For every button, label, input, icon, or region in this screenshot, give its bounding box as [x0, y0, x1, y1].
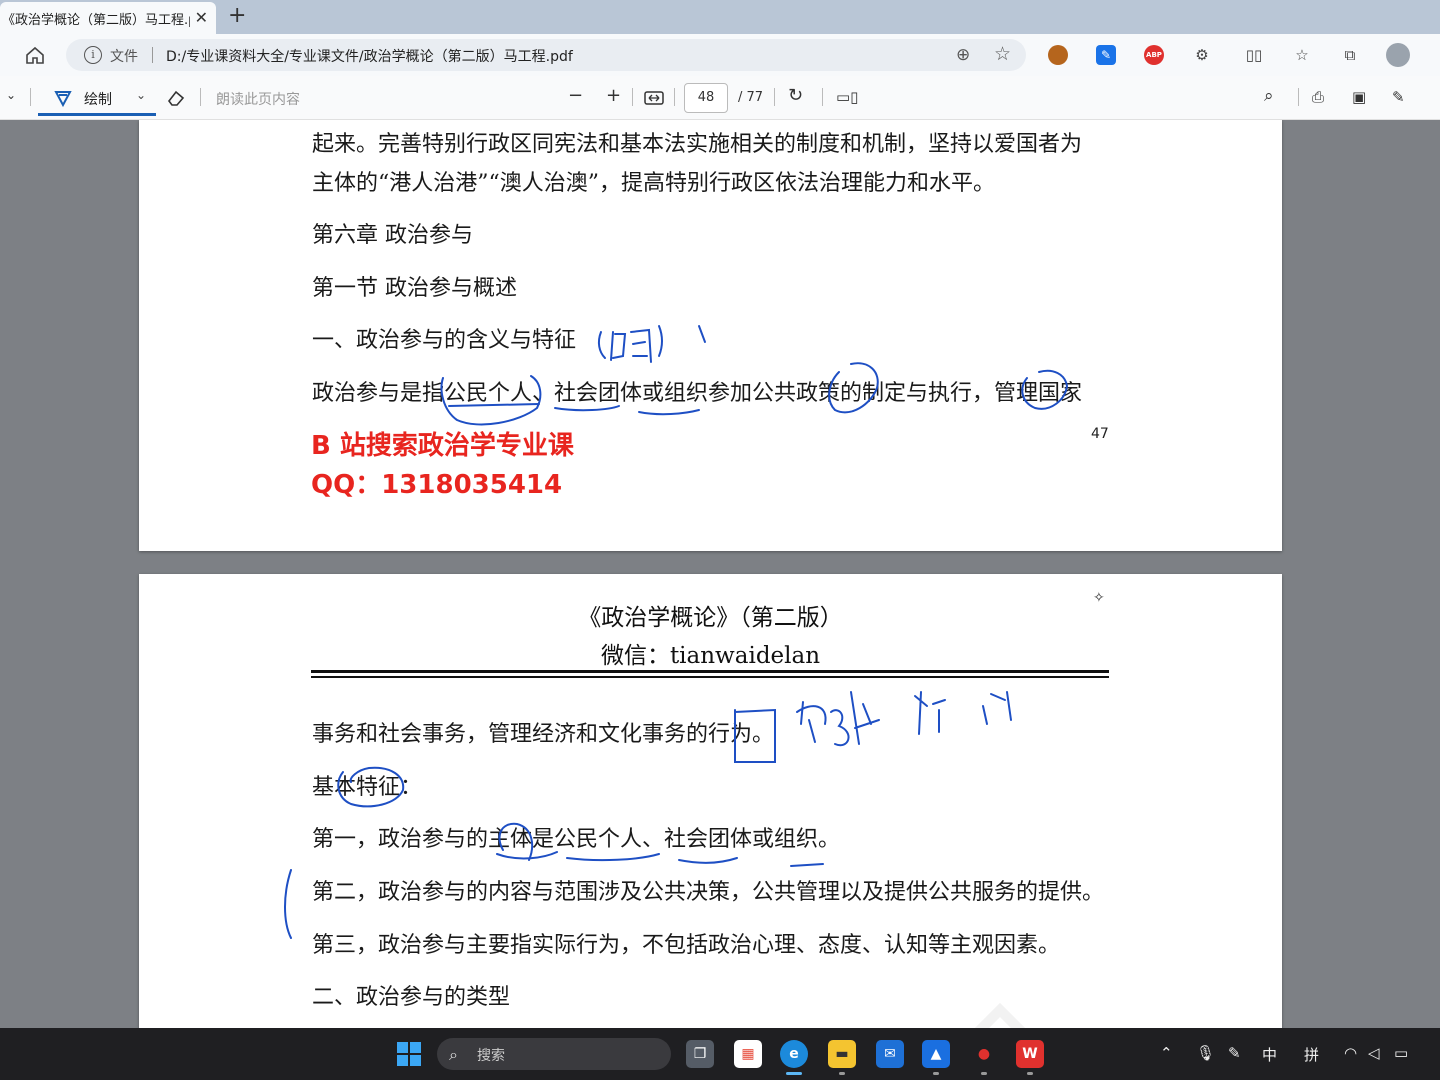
print-icon[interactable]: ⎙: [1312, 88, 1324, 106]
page-view-icon[interactable]: ▭▯: [836, 88, 858, 106]
pdf-toolbar: ⌄ 绘制 ⌄ 朗读此页内容 − + 48 / 77 ↻ ▭▯ ⌕ ⎙ ▣ ✎: [0, 76, 1440, 120]
edge-icon[interactable]: e: [780, 1040, 808, 1068]
wifi-icon[interactable]: ◠: [1344, 1044, 1357, 1062]
volume-icon[interactable]: ◁: [1368, 1044, 1380, 1062]
favorite-icon[interactable]: ☆: [994, 43, 1011, 65]
collections-icon[interactable]: ⧉: [1338, 43, 1362, 67]
search-icon[interactable]: ⌕: [1264, 86, 1274, 106]
mail-icon[interactable]: ✉: [876, 1040, 904, 1068]
divider: [200, 88, 201, 106]
edit-extension-icon[interactable]: ✎: [1096, 45, 1116, 65]
divider: [774, 88, 775, 106]
draw-label: 绘制: [84, 92, 112, 108]
read-aloud-button[interactable]: 朗读此页内容: [216, 89, 300, 109]
page-number-input[interactable]: 48: [684, 83, 728, 113]
taskbar-search[interactable]: ⌕ 搜索: [437, 1038, 671, 1070]
tab-pdf[interactable]: 《政治学概论（第二版）马工程.pdf ✕: [0, 2, 216, 34]
draw-pen-icon: [54, 91, 72, 107]
save-icon[interactable]: ▣: [1352, 88, 1366, 106]
new-tab-button[interactable]: +: [228, 4, 246, 28]
chevron-up-icon[interactable]: ⌃: [1160, 1044, 1173, 1062]
chevron-down-icon[interactable]: ⌄: [6, 88, 16, 102]
file-label: 文件: [110, 49, 138, 65]
chevron-down-icon[interactable]: ⌄: [136, 88, 146, 102]
handwriting-annotations: [284, 691, 1012, 939]
running-indicator: [981, 1072, 987, 1075]
save-as-icon[interactable]: ✎: [1392, 88, 1405, 106]
zoom-in-button[interactable]: +: [606, 85, 621, 106]
adblock-icon[interactable]: ABP: [1144, 45, 1164, 65]
page-total: / 77: [738, 90, 764, 105]
divider: [1298, 88, 1299, 106]
file-explorer-icon[interactable]: ▬: [828, 1040, 856, 1068]
eraser-icon[interactable]: [166, 88, 186, 108]
taskbar-search-label: 搜索: [477, 1048, 505, 1064]
task-view-icon[interactable]: ❐: [686, 1040, 714, 1068]
active-indicator: [786, 1072, 802, 1075]
tab-title: 《政治学概论（第二版）马工程.pdf: [2, 12, 190, 28]
battery-icon[interactable]: ▭: [1394, 1044, 1408, 1062]
divider: [674, 88, 675, 106]
tab-strip: 《政治学概论（第二版）马工程.pdf ✕ +: [0, 0, 1440, 34]
recorder-icon[interactable]: ●: [970, 1040, 998, 1068]
microphone-icon[interactable]: 🎙: [1196, 1044, 1215, 1062]
zoom-out-button[interactable]: −: [568, 85, 583, 106]
omnibox[interactable]: i 文件 D:/专业课资料大全/专业课文件/政治学概论（第二版）马工程.pdf …: [66, 39, 1026, 71]
rotate-icon[interactable]: ↻: [788, 85, 803, 106]
divider: [152, 47, 153, 63]
pdf-page-47: 起来。完善特别行政区同宪法和基本法实施相关的制度和机制，坚持以爱国者为 主体的“…: [139, 120, 1282, 551]
running-indicator: [933, 1072, 939, 1075]
home-icon[interactable]: [24, 44, 46, 66]
store-icon[interactable]: ▦: [734, 1040, 762, 1068]
ime-mode[interactable]: 中: [1262, 1044, 1277, 1065]
pen-icon[interactable]: ✎: [1228, 1044, 1241, 1062]
handwriting-annotations: [440, 325, 1069, 426]
pdf-viewer[interactable]: 起来。完善特别行政区同宪法和基本法实施相关的制度和机制，坚持以爱国者为 主体的“…: [0, 120, 1440, 1028]
url-text[interactable]: D:/专业课资料大全/专业课文件/政治学概论（第二版）马工程.pdf: [166, 46, 573, 66]
info-icon[interactable]: i: [84, 46, 102, 64]
favorites-icon[interactable]: ☆: [1290, 43, 1314, 67]
avatar[interactable]: [1386, 43, 1410, 67]
wps-icon[interactable]: W: [1016, 1040, 1044, 1068]
watermark-shape: [974, 1002, 1026, 1028]
divider: [822, 88, 823, 106]
running-indicator: [1027, 1072, 1033, 1075]
app-icon[interactable]: ▲: [922, 1040, 950, 1068]
address-bar-row: i 文件 D:/专业课资料大全/专业课文件/政治学概论（第二版）马工程.pdf …: [0, 34, 1440, 76]
zoom-icon[interactable]: ⊕: [956, 45, 970, 65]
taskbar: ⌕ 搜索 ❐ ▦ e ▬ ✉ ▲ ● W ⌃ 🎙 ✎ 中 拼 ◠ ◁ ▭: [0, 1028, 1440, 1080]
divider: [632, 88, 633, 106]
start-button[interactable]: [397, 1042, 421, 1066]
extensions-icon[interactable]: ⚙: [1190, 43, 1214, 67]
draw-button[interactable]: 绘制 ⌄: [38, 80, 156, 116]
divider: [30, 88, 31, 106]
search-icon: ⌕: [449, 1045, 458, 1064]
close-icon[interactable]: ✕: [195, 9, 208, 27]
cookie-extension-icon[interactable]: [1048, 45, 1068, 65]
running-indicator: [839, 1072, 845, 1075]
fit-width-icon[interactable]: [644, 90, 664, 106]
ime-pinyin[interactable]: 拼: [1304, 1044, 1319, 1065]
split-screen-icon[interactable]: ▯▯: [1242, 43, 1266, 67]
pdf-page-48: ✧ 《政治学概论》（第二版） 微信：tianwaidelan 事务和社会事务，管…: [139, 574, 1282, 1028]
